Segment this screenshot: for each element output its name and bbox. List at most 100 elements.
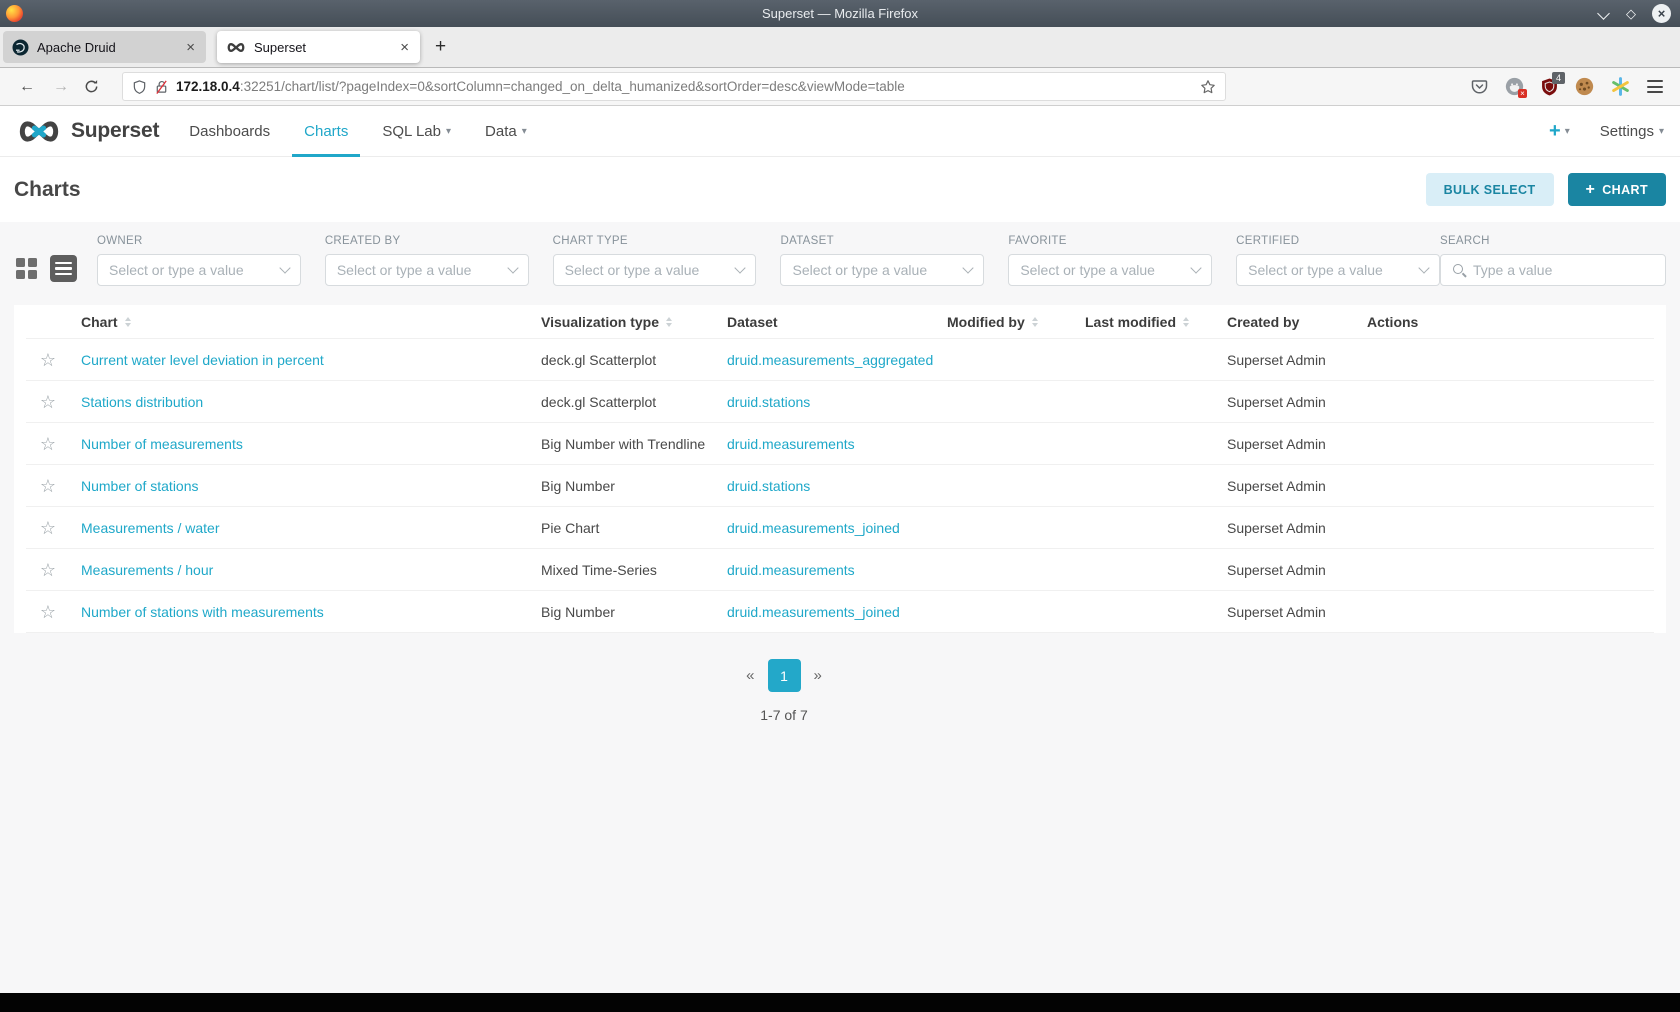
bookmark-star-icon[interactable] [1200,79,1216,95]
new-tab-button[interactable]: + [423,34,458,60]
filter-select[interactable]: Select or type a value [780,254,985,286]
created-by: Superset Admin [1227,351,1326,368]
filter-select[interactable]: Select or type a value [324,254,529,286]
menu-hamburger-icon[interactable] [1647,80,1663,93]
search-box[interactable] [1439,254,1666,286]
chart-link[interactable]: Number of stations [81,478,199,494]
favorite-star-icon[interactable]: ☆ [40,561,56,579]
list-view-toggle-icon[interactable] [50,255,77,282]
created-by: Superset Admin [1227,519,1326,536]
address-bar[interactable]: 172.18.0.4:32251/chart/list/?pageIndex=0… [122,72,1226,101]
back-button[interactable]: ← [19,78,35,96]
created-by: Superset Admin [1227,603,1326,620]
table-row: ☆ Number of stations Big Number druid.st… [26,465,1654,507]
chevron-down-icon [734,262,747,274]
column-header-last-modified[interactable]: Last modified [1074,314,1216,330]
settings-menu[interactable]: Settings ▾ [1600,123,1664,140]
window-maximize-button[interactable]: ◇ [1626,7,1636,20]
favorite-star-icon[interactable]: ☆ [40,603,56,621]
insecure-lock-icon[interactable] [154,79,169,95]
chart-link[interactable]: Stations distribution [81,394,203,410]
window-titlebar: Superset — Mozilla Firefox ◇ × [0,0,1680,27]
select-placeholder: Select or type a value [792,262,928,278]
window-minimize-button[interactable] [1598,9,1610,19]
cookie-icon[interactable] [1575,77,1594,96]
filter-select[interactable]: Select or type a value [552,254,757,286]
add-chart-button[interactable]: + CHART [1567,173,1666,206]
ublock-count-badge: 4 [1551,71,1565,85]
forward-button[interactable]: → [53,78,69,96]
chevron-down-icon [962,262,974,274]
column-header-chart[interactable]: Chart [70,314,530,330]
pocket-icon[interactable] [1471,79,1488,95]
chart-link[interactable]: Number of stations with measurements [81,604,324,620]
visualization-type: Big Number [541,477,615,494]
favorite-star-icon[interactable]: ☆ [40,477,56,495]
main-nav: Dashboards Charts SQL Lab ▾ Data ▾ [189,106,527,157]
filter-label: CHART TYPE [552,235,628,247]
select-placeholder: Select or type a value [564,262,700,278]
filter: CREATED BY Select or type a value [324,235,529,286]
nav-data[interactable]: Data ▾ [485,106,527,157]
filter: FAVORITE Select or type a value [1008,235,1213,286]
reload-button[interactable] [84,79,99,94]
superset-logo[interactable]: Superset [16,119,159,143]
nav-sql-lab[interactable]: SQL Lab ▾ [382,106,451,157]
favorite-star-icon[interactable]: ☆ [40,351,56,369]
browser-tab-apache-druid[interactable]: Apache Druid × [3,31,206,63]
next-page-button[interactable]: » [814,667,822,684]
caret-down-icon: ▾ [1564,125,1570,137]
dataset-link[interactable]: druid.measurements_joined [727,520,900,536]
filter: CHART TYPE Select or type a value [552,235,757,286]
tracking-protection-shield-icon[interactable] [132,79,147,95]
previous-page-button[interactable]: « [746,667,754,684]
dataset-link[interactable]: druid.stations [727,478,810,494]
column-header-visualization-type[interactable]: Visualization type [530,314,716,330]
created-by: Superset Admin [1227,477,1326,494]
chevron-down-icon [279,262,291,274]
select-placeholder: Select or type a value [1248,262,1383,278]
table-row: ☆ Stations distribution deck.gl Scatterp… [26,381,1654,423]
filter-select[interactable]: Select or type a value [1236,254,1440,286]
chart-link[interactable]: Measurements / hour [81,562,213,578]
dataset-link[interactable]: druid.measurements_joined [727,604,900,620]
favorite-star-icon[interactable]: ☆ [40,435,56,453]
nav-charts[interactable]: Charts [292,106,361,157]
filter-select[interactable]: Select or type a value [1008,254,1213,286]
dataset-link[interactable]: druid.stations [727,394,810,410]
superset-favicon-icon [226,42,246,53]
card-view-toggle-icon[interactable] [16,258,37,279]
browser-tab-superset[interactable]: Superset × [217,31,420,63]
chart-link[interactable]: Current water level deviation in percent [81,352,324,368]
visualization-type: Big Number with Trendline [541,435,706,452]
created-by: Superset Admin [1227,435,1326,452]
add-new-menu[interactable]: + ▾ [1549,121,1570,141]
window-close-button[interactable]: × [1652,4,1671,23]
tab-close-icon[interactable]: × [398,39,411,56]
nav-dashboards[interactable]: Dashboards [189,106,270,157]
favorite-star-icon[interactable]: ☆ [40,519,56,537]
search-input[interactable] [1472,262,1654,278]
privacy-extension-icon[interactable]: × [1505,77,1527,98]
ublock-shield-icon[interactable]: 4 [1541,71,1565,96]
tab-close-icon[interactable]: × [184,39,197,56]
column-header-created-by: Created by [1227,313,1300,330]
visualization-type: deck.gl Scatterplot [541,351,657,368]
created-by: Superset Admin [1227,393,1326,410]
chart-link[interactable]: Number of measurements [81,436,243,452]
dataset-link[interactable]: druid.measurements [727,436,855,452]
favorite-star-icon[interactable]: ☆ [40,393,56,411]
filter-select[interactable]: Select or type a value [97,254,301,286]
page-number-button[interactable]: 1 [767,659,801,692]
table-row: ☆ Current water level deviation in perce… [26,339,1654,381]
column-header-modified-by[interactable]: Modified by [936,314,1074,330]
url-text: 172.18.0.4:32251/chart/list/?pageIndex=0… [176,79,1193,94]
page-header: Charts BULK SELECT + CHART [0,157,1680,222]
dataset-link[interactable]: druid.measurements_aggregated [727,352,933,368]
dataset-link[interactable]: druid.measurements [727,562,855,578]
select-placeholder: Select or type a value [109,262,244,278]
extension-spark-icon[interactable] [1611,77,1630,96]
chart-link[interactable]: Measurements / water [81,520,220,536]
brand-name: Superset [71,119,160,142]
bulk-select-button[interactable]: BULK SELECT [1425,173,1554,206]
